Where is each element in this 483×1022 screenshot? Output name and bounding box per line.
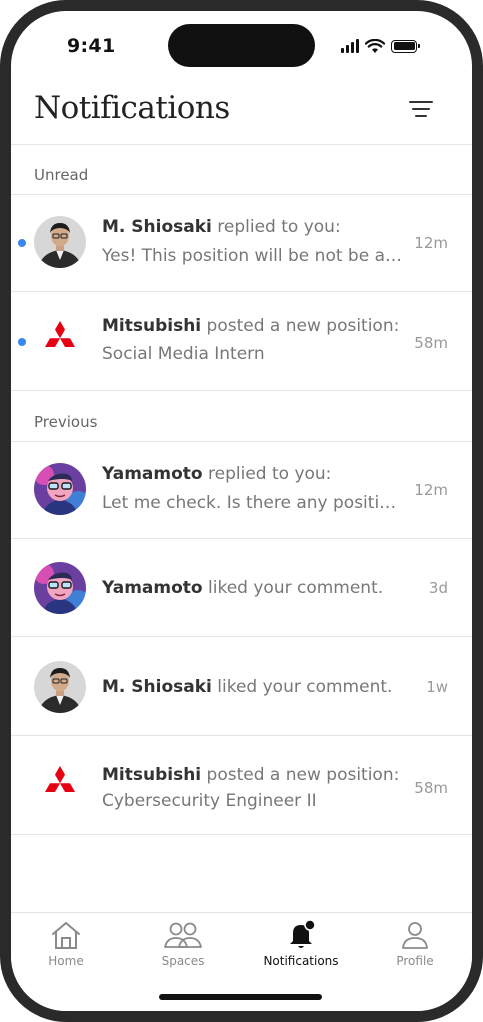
wifi-icon xyxy=(365,38,385,53)
cartoon-avatar xyxy=(34,463,86,515)
tab-home[interactable]: Home xyxy=(16,919,116,973)
battery-icon xyxy=(391,39,420,53)
mitsubishi-logo xyxy=(35,316,85,366)
page-title: Notifications xyxy=(34,90,230,126)
tab-label: Notifications xyxy=(263,954,339,968)
notification-preview: Cybersecurity Engineer II xyxy=(102,791,317,811)
notification-action: posted a new position: xyxy=(201,765,400,785)
notification-title: M. Shiosaki liked your comment. xyxy=(102,677,392,697)
notification-title: Yamamoto replied to you: xyxy=(102,464,331,484)
person-avatar xyxy=(34,661,86,713)
unread-dot xyxy=(18,239,26,247)
notification-action: replied to you: xyxy=(211,217,341,237)
notification-item[interactable]: Yamamoto liked your comment. 3d xyxy=(11,539,472,637)
profile-icon xyxy=(402,922,428,949)
screen: 9:41 Notifications Unread M. Shiosaki re… xyxy=(11,11,472,1011)
notification-time: 3d xyxy=(428,579,448,597)
section-label-unread: Unread xyxy=(34,166,89,184)
tab-label: Profile xyxy=(396,954,434,968)
notification-time: 1w xyxy=(426,678,448,696)
sender-name: Yamamoto xyxy=(102,464,203,484)
tab-spaces[interactable]: Spaces xyxy=(133,919,233,973)
sender-name: Yamamoto xyxy=(102,578,203,598)
notification-time: 58m xyxy=(414,779,448,797)
cartoon-avatar xyxy=(34,562,86,614)
notification-preview: Yes! This position will be not be av… xyxy=(102,246,402,266)
sender-name: M. Shiosaki xyxy=(102,217,212,237)
notification-item[interactable]: M. Shiosaki replied to you: Yes! This po… xyxy=(11,194,472,292)
filter-icon xyxy=(409,101,433,103)
tab-label: Spaces xyxy=(161,954,205,968)
filter-button[interactable] xyxy=(407,99,437,121)
home-indicator[interactable] xyxy=(159,994,322,1000)
notification-time: 12m xyxy=(414,234,448,252)
notification-title: Mitsubishi posted a new position: xyxy=(102,316,399,336)
signal-icon xyxy=(341,39,359,53)
home-icon xyxy=(52,922,80,949)
notification-action: posted a new position: xyxy=(201,316,400,336)
tab-profile[interactable]: Profile xyxy=(365,919,465,973)
unread-dot xyxy=(18,338,26,346)
notification-time: 58m xyxy=(414,334,448,352)
sender-name: Mitsubishi xyxy=(102,316,202,336)
notification-time: 12m xyxy=(414,481,448,499)
notification-item[interactable]: Mitsubishi posted a new position: Cybers… xyxy=(11,737,472,835)
tab-label: Home xyxy=(48,954,84,968)
notification-item[interactable]: M. Shiosaki liked your comment. 1w xyxy=(11,638,472,736)
notification-preview: Let me check. Is there any positio… xyxy=(102,493,402,513)
notification-action: liked your comment. xyxy=(211,677,393,697)
sender-name: M. Shiosaki xyxy=(102,677,212,697)
person-avatar xyxy=(34,216,86,268)
mitsubishi-logo xyxy=(35,761,85,811)
section-label-previous: Previous xyxy=(34,413,98,431)
notification-item[interactable]: Yamamoto replied to you: Let me check. I… xyxy=(11,441,472,539)
notification-preview: Social Media Intern xyxy=(102,344,265,364)
status-icons xyxy=(341,38,420,54)
tab-notifications[interactable]: Notifications xyxy=(251,919,351,973)
notification-action: replied to you: xyxy=(202,464,332,484)
notification-title: M. Shiosaki replied to you: xyxy=(102,217,341,237)
people-icon xyxy=(164,922,202,948)
dynamic-island xyxy=(168,24,315,67)
phone-frame: 9:41 Notifications Unread M. Shiosaki re… xyxy=(0,0,483,1022)
status-time: 9:41 xyxy=(67,35,116,57)
notification-action: liked your comment. xyxy=(202,578,384,598)
header-divider xyxy=(11,144,472,145)
bell-icon xyxy=(290,919,316,948)
notification-title: Yamamoto liked your comment. xyxy=(102,578,383,598)
sender-name: Mitsubishi xyxy=(102,765,202,785)
notification-item[interactable]: Mitsubishi posted a new position: Social… xyxy=(11,293,472,391)
notification-title: Mitsubishi posted a new position: xyxy=(102,765,399,785)
